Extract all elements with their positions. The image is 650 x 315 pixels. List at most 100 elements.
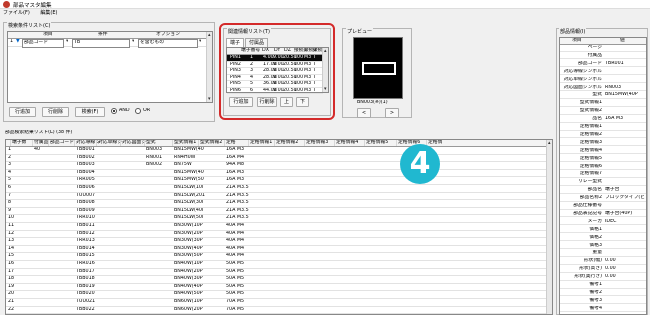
- results-header-cell: 定格情報3: [306, 140, 329, 145]
- results-row[interactable]: 4 TBB004 BN15MW(40 16A M3: [6, 170, 547, 178]
- results-row[interactable]: 6 TBB006 BN15LW(10I 21A M3.5: [6, 185, 547, 193]
- part-info-grid[interactable]: 項目 値 ページ 付属品 部品コード TBR001 対応導線シンボル 対応単線シンボル 対応…: [559, 37, 647, 315]
- column-divider[interactable]: [198, 140, 199, 146]
- column-divider[interactable]: [32, 140, 33, 146]
- results-row[interactable]: 12 TBB012 BN30W(20P 40A M4: [6, 231, 547, 239]
- prop-row[interactable]: 価格1: [560, 227, 646, 234]
- results-row[interactable]: 15 TBB015 BN30W(50P 40A M4: [6, 253, 547, 261]
- prop-row[interactable]: 部品名 端子台: [560, 187, 646, 194]
- results-row[interactable]: 5 TRR005 BN15MW(50 16A M3: [6, 177, 547, 185]
- scroll-up-icon[interactable]: ▴: [548, 140, 551, 146]
- preview-next-button[interactable]: >: [385, 108, 399, 118]
- prop-row[interactable]: 定格情報1: [560, 124, 646, 131]
- prop-label: 備考3: [589, 297, 602, 303]
- menu-file[interactable]: ファイル(F): [3, 10, 30, 16]
- option-dropdown-icon[interactable]: ▾: [199, 39, 201, 46]
- prop-row[interactable]: 価格3: [560, 243, 646, 250]
- results-row[interactable]: 3 TBB003 BN002 BN75W 94A M8: [6, 162, 547, 170]
- results-row[interactable]: 20 TBB020 BN40W(50P 50A M5: [6, 291, 547, 299]
- results-row[interactable]: 7 TUU007 BN15LW(201 21A M3.5: [6, 193, 547, 201]
- prop-row[interactable]: 付属品: [560, 53, 646, 60]
- column-divider[interactable]: [96, 140, 97, 146]
- results-row[interactable]: 1 40 TBB001 BN003 BN15MW(40 16A M3: [6, 147, 547, 155]
- prop-row[interactable]: 型式情報2: [560, 108, 646, 115]
- menu-edit[interactable]: 編集(E): [40, 10, 57, 16]
- search-button[interactable]: 検索(F): [75, 107, 105, 117]
- results-cell: TRR005: [76, 177, 95, 183]
- prop-row[interactable]: 定格情報4: [560, 148, 646, 155]
- prop-row[interactable]: 備考3: [560, 298, 646, 305]
- results-row[interactable]: 14 TBB014 BN30W(40P 40A M4: [6, 246, 547, 254]
- prop-row[interactable]: 部品名称2 ブロックタイプ(ビ: [560, 195, 646, 202]
- column-divider[interactable]: [144, 140, 145, 146]
- results-row[interactable]: 9 TBB009 BN15LW(40I 21A M3.5: [6, 208, 547, 216]
- column-divider[interactable]: [48, 140, 49, 146]
- prop-row[interactable]: 形状(幅) 0.00: [560, 258, 646, 265]
- prop-row[interactable]: リレー型式: [560, 179, 646, 186]
- or-radio[interactable]: [135, 108, 141, 114]
- results-row[interactable]: 10 TRR010 BN15LW(50I 21A M3.5: [6, 215, 547, 223]
- search-condition-scrollbar[interactable]: ▴ ▾: [206, 32, 212, 102]
- prop-row[interactable]: メーカ IDEC: [560, 219, 646, 226]
- column-divider[interactable]: [304, 140, 305, 146]
- results-cell: 14: [8, 245, 15, 251]
- column-divider[interactable]: [248, 140, 249, 146]
- prop-row[interactable]: 定格情報7: [560, 171, 646, 178]
- prop-row[interactable]: 部品表記記号 端子台(40P): [560, 211, 646, 218]
- prop-row[interactable]: 型式 BN15MW(40P: [560, 92, 646, 99]
- column-divider[interactable]: [274, 140, 275, 146]
- prop-row[interactable]: 形状(奥行き) 0.00: [560, 274, 646, 281]
- prop-row[interactable]: 対応導線シンボル: [560, 69, 646, 76]
- prop-row[interactable]: 重量: [560, 250, 646, 257]
- delete-row-button[interactable]: 行削除: [42, 107, 69, 117]
- prop-row[interactable]: 備考2: [560, 290, 646, 297]
- condition-input[interactable]: TB: [72, 39, 130, 48]
- item-dropdown-icon[interactable]: ▾: [66, 39, 68, 46]
- column-divider[interactable]: [396, 140, 397, 146]
- prop-row[interactable]: 定格情報5: [560, 156, 646, 163]
- search-condition-row[interactable]: 1 ▼ 部品コード ▾ TB ▾ を含むもの ▾: [8, 39, 212, 48]
- results-row[interactable]: 19 TBB019 BN40W(40P 50A M5: [6, 284, 547, 292]
- prop-row[interactable]: 形状(高さ) 0.00: [560, 266, 646, 273]
- prop-row[interactable]: 定格情報6: [560, 164, 646, 171]
- prop-row[interactable]: 部品コード TBR001: [560, 61, 646, 68]
- prop-row[interactable]: 備考4: [560, 306, 646, 313]
- prop-row[interactable]: 型式情報1: [560, 100, 646, 107]
- search-condition-grid[interactable]: 項目 条件 オプション 1 ▼ 部品コード ▾ TB ▾ を含むもの ▾ ▴ ▾: [7, 31, 213, 103]
- column-divider[interactable]: [10, 140, 11, 146]
- prop-row[interactable]: 対応図面シンボル RN003: [560, 85, 646, 92]
- prop-row[interactable]: 対応単線シンボル: [560, 77, 646, 84]
- results-row[interactable]: 11 TBB011 BN30W(10P 40A M4: [6, 223, 547, 231]
- column-divider[interactable]: [224, 140, 225, 146]
- prop-row[interactable]: 定格情報3: [560, 140, 646, 147]
- option-select[interactable]: を含むもの: [138, 39, 198, 48]
- results-row[interactable]: 18 TBB018 BN40W(30P 50A M5: [6, 276, 547, 284]
- item-select[interactable]: 部品コード: [22, 39, 64, 48]
- results-row[interactable]: 21 TUU021 BN60W(10P 70A M5: [6, 299, 547, 307]
- prop-row[interactable]: 部品仕様番号: [560, 203, 646, 210]
- column-divider[interactable]: [172, 140, 173, 146]
- results-row[interactable]: 17 TBB017 BN40W(20P 50A M5: [6, 269, 547, 277]
- results-row[interactable]: 8 TBB008 BN15LW(30I 21A M3.5: [6, 200, 547, 208]
- column-divider[interactable]: [364, 140, 365, 146]
- prop-row[interactable]: 備考1: [560, 282, 646, 289]
- scroll-up-icon[interactable]: ▴: [208, 32, 211, 38]
- condition-dropdown-icon[interactable]: ▾: [132, 39, 134, 46]
- scroll-down-icon[interactable]: ▾: [208, 96, 211, 102]
- results-row[interactable]: 2 TBB002 RN001 RN4H0W 16A M4: [6, 155, 547, 163]
- column-divider[interactable]: [334, 140, 335, 146]
- column-divider[interactable]: [120, 140, 121, 146]
- results-header-cell: 付属品: [34, 140, 49, 145]
- prop-row[interactable]: 価格2: [560, 235, 646, 242]
- prop-row[interactable]: 定格情報2: [560, 132, 646, 139]
- add-row-button[interactable]: 行追加: [9, 107, 36, 117]
- prop-row[interactable]: 品名 16A M3: [560, 116, 646, 123]
- prop-row[interactable]: ページ: [560, 45, 646, 52]
- results-row[interactable]: 16 TRR016 BN40W(10P 50A M5: [6, 261, 547, 269]
- results-row[interactable]: 22 TBB022 BN60W(20P 70A M5: [6, 307, 547, 315]
- column-divider[interactable]: [74, 140, 75, 146]
- preview-prev-button[interactable]: <: [357, 108, 371, 118]
- results-row[interactable]: 13 TRR013 BN30W(30P 40A M4: [6, 238, 547, 246]
- results-grid[interactable]: 端子数 付属品 部品コード 対応導線シ 対応単線シ 対応図面シ 型式 型式情報1 型式情報2 定格…: [5, 139, 553, 315]
- results-scrollbar[interactable]: ▴: [546, 140, 552, 314]
